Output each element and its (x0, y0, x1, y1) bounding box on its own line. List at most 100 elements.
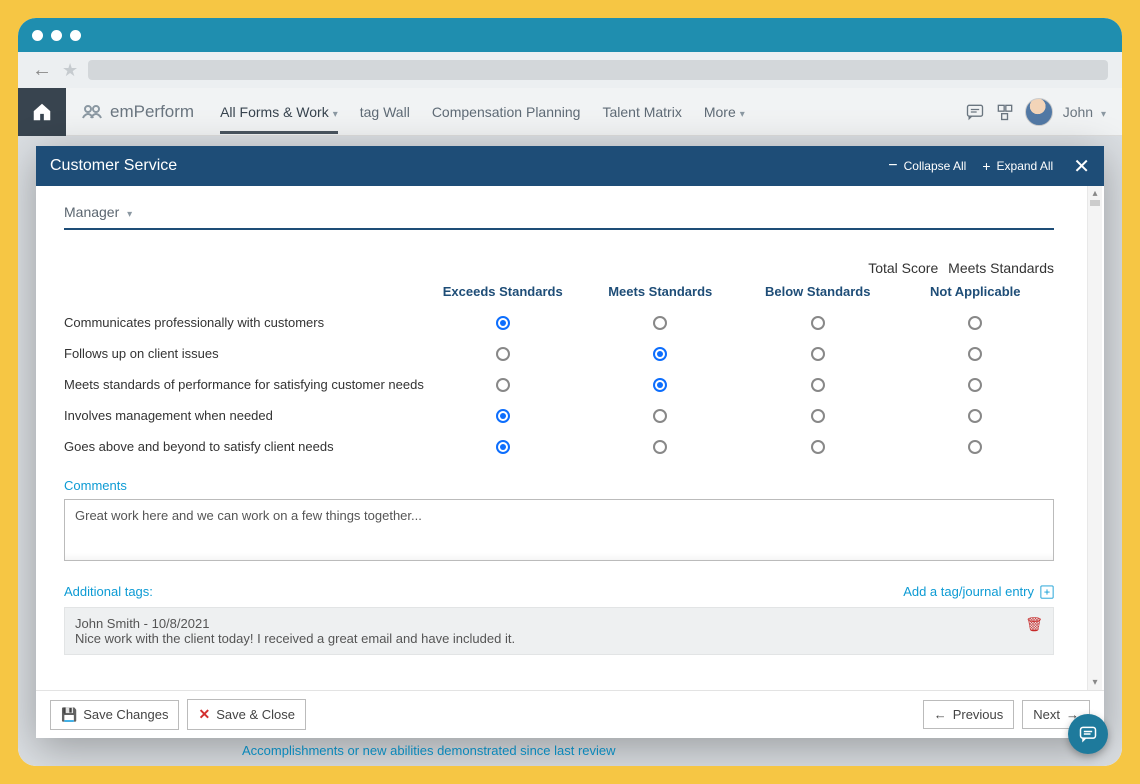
chevron-down-icon: ▾ (333, 109, 338, 120)
topbar-right: John ▾ (965, 98, 1106, 126)
tags-row: Additional tags: Add a tag/journal entry (64, 584, 1054, 599)
save-close-button[interactable]: ✕ Save & Close (187, 699, 306, 730)
rating-radio[interactable] (653, 378, 667, 392)
scrollbar-thumb[interactable] (1090, 200, 1100, 206)
vertical-scrollbar[interactable]: ▴ ▾ (1087, 186, 1102, 690)
rating-radio[interactable] (496, 347, 510, 361)
radio-cell (897, 378, 1055, 392)
rating-radio[interactable] (811, 378, 825, 392)
rating-radio[interactable] (811, 316, 825, 330)
chevron-down-icon: ▾ (740, 109, 745, 120)
rating-radio[interactable] (653, 409, 667, 423)
radio-cell (897, 347, 1055, 361)
chat-fab[interactable] (1068, 714, 1108, 754)
app-topbar: emPerform All Forms & Work▾ tag Wall Com… (18, 88, 1122, 136)
modal-header: Customer Service −Collapse All +Expand A… (36, 146, 1104, 186)
home-icon (31, 101, 53, 123)
radio-cell (582, 378, 740, 392)
rating-radio[interactable] (496, 378, 510, 392)
radio-cell (897, 440, 1055, 454)
expand-all-button[interactable]: +Expand All (982, 158, 1053, 174)
add-entry-icon (1040, 585, 1054, 599)
browser-titlebar (18, 18, 1122, 52)
close-icon[interactable]: ✕ (1073, 154, 1090, 179)
tags-label: Additional tags: (64, 584, 153, 599)
nav-more[interactable]: More▾ (704, 90, 745, 134)
scroll-up-icon[interactable]: ▴ (1091, 188, 1099, 199)
col-meets: Meets Standards (582, 284, 740, 299)
rating-radio[interactable] (968, 316, 982, 330)
modal-dialog: Customer Service −Collapse All +Expand A… (36, 146, 1104, 738)
rating-radio[interactable] (811, 347, 825, 361)
background-hint-text: Accomplishments or new abilities demonst… (242, 743, 616, 758)
org-chart-icon[interactable] (995, 102, 1015, 122)
logo-text: emPerform (110, 102, 194, 122)
rating-table: Exceeds Standards Meets Standards Below … (64, 284, 1054, 454)
nav-talent-matrix[interactable]: Talent Matrix (602, 90, 681, 134)
nav-compensation[interactable]: Compensation Planning (432, 90, 581, 134)
favorite-icon[interactable]: ★ (62, 60, 78, 81)
rating-row: Communicates professionally with custome… (64, 315, 1054, 330)
radio-cell (582, 347, 740, 361)
save-changes-button[interactable]: 💾 Save Changes (50, 700, 179, 730)
footer-right: ←Previous Next→ (923, 700, 1090, 729)
rating-radio[interactable] (496, 440, 510, 454)
collapse-all-button[interactable]: −Collapse All (888, 157, 966, 175)
app-area: emPerform All Forms & Work▾ tag Wall Com… (18, 88, 1122, 766)
role-selector[interactable]: Manager ▾ (64, 204, 1054, 230)
criteria-label: Goes above and beyond to satisfy client … (64, 439, 424, 454)
radio-cell (897, 316, 1055, 330)
radio-cell (739, 440, 897, 454)
radio-cell (424, 378, 582, 392)
radio-cell (424, 347, 582, 361)
comments-textarea[interactable]: Great work here and we can work on a few… (64, 499, 1054, 561)
criteria-label: Involves management when needed (64, 408, 424, 423)
radio-cell (739, 316, 897, 330)
radio-cell (739, 347, 897, 361)
tag-entry-author: John Smith - 10/8/2021 (75, 616, 1043, 631)
chat-icon[interactable] (965, 102, 985, 122)
total-score: Total Score Meets Standards (64, 260, 1054, 276)
rating-radio[interactable] (653, 316, 667, 330)
chevron-down-icon: ▾ (1101, 109, 1106, 120)
scroll-down-icon[interactable]: ▾ (1091, 677, 1099, 688)
home-button[interactable] (18, 88, 66, 136)
rating-radio[interactable] (968, 440, 982, 454)
dot-min[interactable] (51, 30, 62, 41)
avatar[interactable] (1025, 98, 1053, 126)
rating-radio[interactable] (811, 440, 825, 454)
dot-max[interactable] (70, 30, 81, 41)
rating-radio[interactable] (496, 409, 510, 423)
previous-button[interactable]: ←Previous (923, 700, 1015, 729)
trash-icon[interactable]: 🗑 (1025, 616, 1043, 633)
username[interactable]: John ▾ (1063, 104, 1106, 120)
app-logo: emPerform (80, 100, 194, 124)
rating-radio[interactable] (496, 316, 510, 330)
rating-row: Involves management when needed (64, 408, 1054, 423)
rating-radio[interactable] (968, 409, 982, 423)
url-bar[interactable] (88, 60, 1108, 80)
minus-icon: − (888, 157, 897, 175)
browser-frame: ← ★ emPerform All Forms & Work▾ tag Wall… (18, 18, 1122, 766)
nav-tag-wall[interactable]: tag Wall (360, 90, 410, 134)
save-icon: 💾 (61, 707, 77, 723)
add-tag-button[interactable]: Add a tag/journal entry (903, 584, 1054, 599)
radio-cell (424, 409, 582, 423)
browser-toolbar: ← ★ (18, 52, 1122, 88)
criteria-label: Meets standards of performance for satis… (64, 377, 424, 392)
rating-radio[interactable] (653, 440, 667, 454)
rating-radio[interactable] (811, 409, 825, 423)
rating-radio[interactable] (968, 378, 982, 392)
radio-cell (739, 378, 897, 392)
rating-radio[interactable] (653, 347, 667, 361)
rating-radio[interactable] (968, 347, 982, 361)
dot-close[interactable] (32, 30, 43, 41)
col-exceeds: Exceeds Standards (424, 284, 582, 299)
back-icon[interactable]: ← (32, 59, 52, 82)
tag-entry: 🗑 John Smith - 10/8/2021 Nice work with … (64, 607, 1054, 655)
nav-all-forms[interactable]: All Forms & Work▾ (220, 90, 338, 134)
rating-row: Meets standards of performance for satis… (64, 377, 1054, 392)
modal-header-actions: −Collapse All +Expand All ✕ (888, 154, 1090, 179)
modal-title: Customer Service (50, 157, 177, 175)
modal-body: ▴ ▾ Manager ▾ Total Score Meets Standard… (36, 186, 1104, 690)
